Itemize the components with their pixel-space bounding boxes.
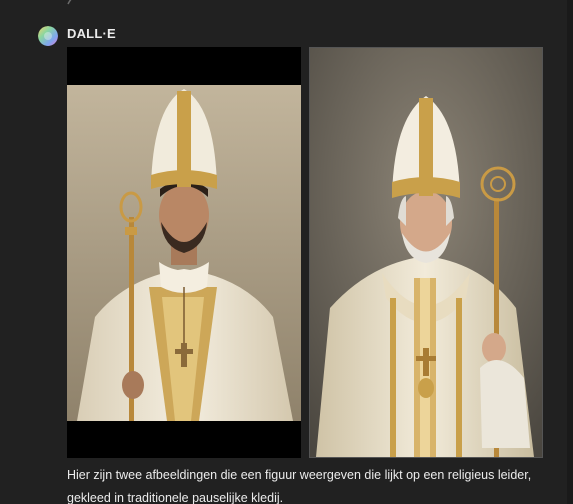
- dalle-avatar-icon: [38, 26, 58, 46]
- generated-image-elderly-pope: [310, 48, 542, 457]
- generated-image-1[interactable]: [67, 47, 301, 458]
- chat-message-view: DALL·E Hier zijn twee afbeeldingen die e…: [0, 0, 573, 504]
- generated-image-young-bishop: [67, 47, 301, 458]
- generated-image-2[interactable]: [309, 47, 543, 458]
- scrollbar-track[interactable]: [567, 0, 573, 504]
- message-caption: Hier zijn twee afbeeldingen die een figu…: [67, 468, 532, 504]
- sender-name: DALL·E: [67, 26, 116, 41]
- edit-icon[interactable]: [66, 0, 80, 6]
